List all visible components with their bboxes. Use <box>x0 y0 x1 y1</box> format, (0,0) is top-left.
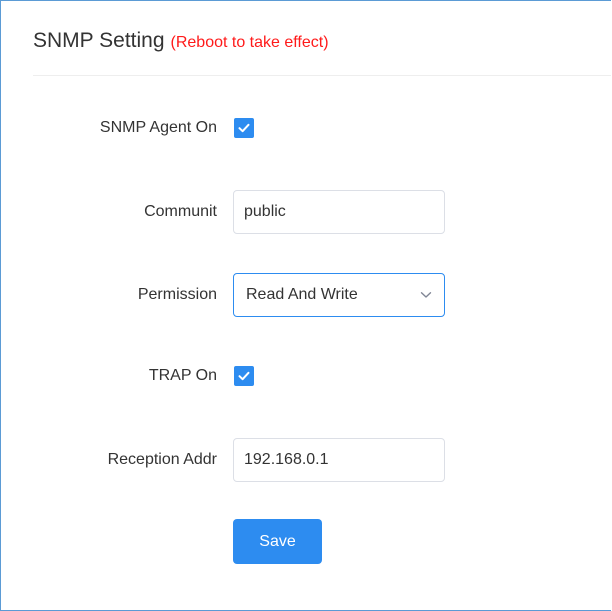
panel-header: SNMP Setting (Reboot to take effect) <box>33 29 329 63</box>
permission-label: Permission <box>137 286 217 303</box>
community-input[interactable] <box>233 190 445 234</box>
chevron-down-icon <box>420 291 432 299</box>
snmp-agent-row: SNMP Agent On <box>0 106 612 150</box>
panel-title: SNMP Setting <box>33 29 165 52</box>
community-label: Communit <box>144 203 217 220</box>
check-icon <box>238 371 250 381</box>
permission-select[interactable]: Read And Write <box>233 273 445 317</box>
save-button[interactable]: Save <box>233 519 322 564</box>
permission-row: Permission Read And Write <box>0 273 612 317</box>
snmp-agent-checkbox[interactable] <box>234 118 254 138</box>
community-row: Communit <box>0 190 612 234</box>
check-icon <box>238 123 250 133</box>
trap-row: TRAP On <box>0 354 612 398</box>
reboot-note: (Reboot to take effect) <box>170 34 329 51</box>
trap-label: TRAP On <box>148 367 217 384</box>
header-divider <box>33 75 611 76</box>
snmp-agent-label: SNMP Agent On <box>99 119 217 136</box>
reception-addr-row: Reception Addr <box>0 438 612 482</box>
trap-checkbox[interactable] <box>234 366 254 386</box>
reception-addr-input[interactable] <box>233 438 445 482</box>
permission-selected-value: Read And Write <box>246 286 358 303</box>
reception-addr-label: Reception Addr <box>107 451 217 468</box>
